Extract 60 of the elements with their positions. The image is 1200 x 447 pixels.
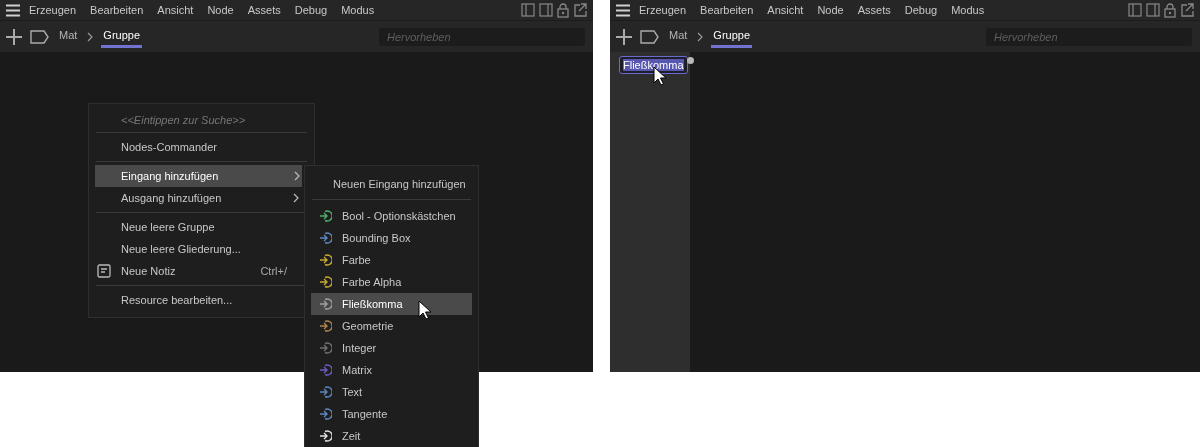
breadcrumb-item[interactable]: Mat [667, 25, 690, 48]
lock-icon[interactable] [557, 2, 569, 18]
menu-item[interactable]: Eingang hinzufügen [95, 165, 302, 187]
menu-item[interactable]: Farbe [311, 249, 472, 271]
menu-item[interactable]: Ansicht [152, 4, 199, 16]
menu-item[interactable]: Node [812, 4, 849, 16]
panel-right-icon[interactable] [539, 3, 553, 17]
menu-item[interactable]: Bool - Optionskästchen [311, 205, 472, 227]
port-dot[interactable] [687, 57, 694, 64]
lock-icon[interactable] [1164, 2, 1176, 18]
menu-icon[interactable] [616, 3, 630, 17]
menu-item[interactable]: Neue Notiz Ctrl+/ [95, 260, 302, 282]
chevron-right-icon [87, 31, 94, 42]
menu-search-field[interactable]: <<Eintippen zur Suche>> [95, 111, 302, 129]
menu-item[interactable]: Bounding Box [311, 227, 472, 249]
external-window-icon[interactable] [1180, 3, 1194, 17]
menu-item[interactable]: Node [202, 4, 239, 16]
breadcrumb-item[interactable]: Gruppe [711, 25, 753, 48]
menu-item[interactable]: Fließkomma [311, 293, 472, 315]
menu-item[interactable]: Debug [899, 4, 943, 16]
note-icon [97, 264, 111, 278]
external-window-icon[interactable] [573, 3, 587, 17]
menu-item[interactable]: Matrix [311, 359, 472, 381]
menu-item[interactable]: Tangente [311, 403, 472, 425]
menu-item[interactable]: Assets [852, 4, 896, 16]
menu-item[interactable]: Bearbeiten [695, 4, 759, 16]
menu-item[interactable]: Resource bearbeiten... [95, 289, 302, 311]
search-field[interactable]: Hervorheben [379, 27, 585, 46]
menu-icon[interactable] [6, 3, 20, 17]
menu-item[interactable]: Assets [242, 4, 286, 16]
menu-item[interactable]: Bearbeiten [85, 4, 149, 16]
menu-item[interactable]: Erzeugen [24, 4, 82, 16]
menu-item[interactable]: Farbe Alpha [311, 271, 472, 293]
submenu-header: Neuen Eingang hinzufügen [332, 177, 467, 192]
menu-item[interactable]: Erzeugen [634, 4, 692, 16]
menu-item[interactable]: Geometrie [311, 315, 472, 337]
chevron-right-icon [697, 31, 704, 42]
menu-item[interactable]: Neue leere Gruppe [95, 216, 302, 238]
menu-item[interactable]: Nodes-Commander [95, 136, 302, 158]
menu-item[interactable]: Ausgang hinzufügen [95, 187, 302, 209]
panel-right-icon[interactable] [1146, 3, 1160, 17]
menu-item[interactable]: Zeit [311, 425, 472, 447]
panel-left-icon[interactable] [521, 3, 535, 17]
cursor-icon [418, 300, 432, 320]
breadcrumb-item[interactable]: Gruppe [101, 25, 143, 48]
menu-item[interactable]: Debug [289, 4, 333, 16]
menu-item[interactable]: Ansicht [762, 4, 809, 16]
plus-icon[interactable] [6, 28, 22, 45]
search-field[interactable]: Hervorheben [986, 27, 1192, 46]
plus-icon[interactable] [616, 28, 632, 45]
breadcrumb-item[interactable]: Mat [57, 25, 80, 48]
menu-item[interactable]: Text [311, 381, 472, 403]
tag-icon[interactable] [30, 29, 49, 44]
panel-left-icon[interactable] [1128, 3, 1142, 17]
menu-item[interactable]: Neue leere Gliederung... [95, 238, 302, 260]
menu-item[interactable]: Modus [946, 4, 990, 16]
port-name-field[interactable]: Fließkomma [619, 56, 688, 74]
menu-item[interactable]: Modus [336, 4, 380, 16]
tag-icon[interactable] [640, 29, 659, 44]
menu-item[interactable]: Integer [311, 337, 472, 359]
